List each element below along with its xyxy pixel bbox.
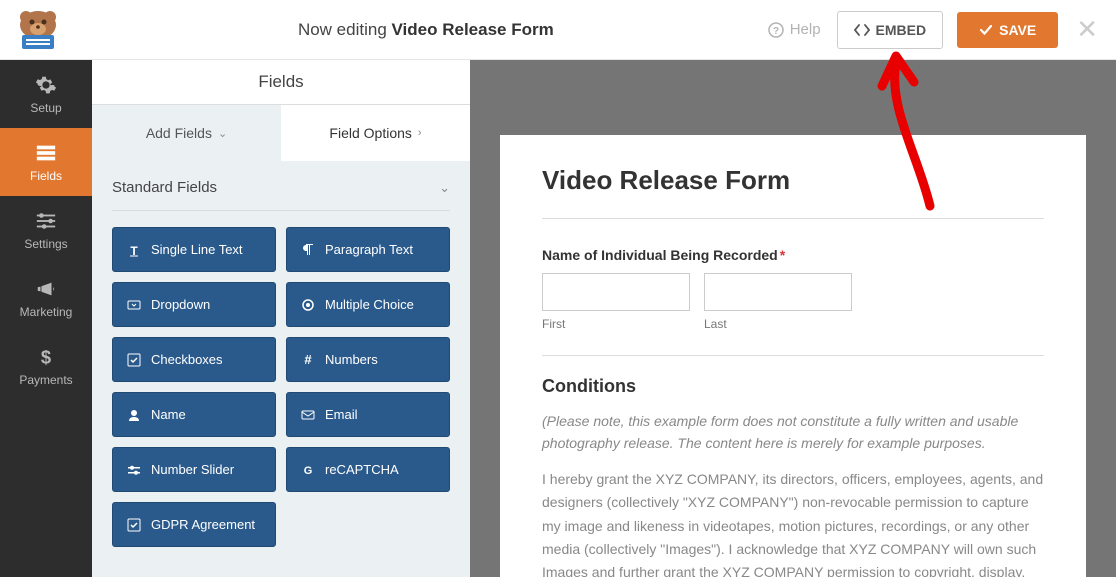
save-label: SAVE bbox=[999, 22, 1036, 38]
sidebar-item-payments[interactable]: $ Payments bbox=[0, 332, 92, 400]
preview-form-title: Video Release Form bbox=[542, 165, 1044, 196]
field-type-checkboxes[interactable]: Checkboxes bbox=[112, 337, 276, 382]
check-icon bbox=[979, 23, 993, 37]
first-sublabel: First bbox=[542, 317, 690, 331]
form-preview-card[interactable]: Video Release Form Name of Individual Be… bbox=[500, 135, 1086, 577]
megaphone-icon bbox=[35, 278, 57, 300]
sidebar-item-marketing[interactable]: Marketing bbox=[0, 264, 92, 332]
chevron-down-icon: ⌄ bbox=[439, 180, 450, 196]
category-header[interactable]: Standard Fields ⌄ bbox=[112, 161, 450, 210]
field-type-email[interactable]: Email bbox=[286, 392, 450, 437]
sidebar-label: Marketing bbox=[20, 305, 73, 319]
sidebar-label: Setup bbox=[30, 101, 61, 115]
last-name-input[interactable] bbox=[704, 273, 852, 311]
fields-panel: Fields Add Fields ⌄ Field Options › Stan… bbox=[92, 60, 470, 577]
field-type-paragraph[interactable]: Paragraph Text bbox=[286, 227, 450, 272]
help-label: Help bbox=[790, 21, 821, 38]
sidebar-label: Fields bbox=[30, 169, 62, 183]
svg-text:$: $ bbox=[41, 346, 51, 367]
embed-label: EMBED bbox=[876, 22, 927, 38]
name-field-label: Name of Individual Being Recorded* bbox=[542, 247, 1044, 263]
gear-icon bbox=[35, 74, 57, 96]
mail-icon bbox=[301, 408, 315, 422]
tab-label: Add Fields bbox=[146, 125, 212, 141]
chevron-down-icon: ⌄ bbox=[218, 127, 227, 140]
hash-icon: # bbox=[301, 353, 315, 367]
svg-text:T: T bbox=[130, 244, 138, 257]
field-type-name[interactable]: Name bbox=[112, 392, 276, 437]
embed-button[interactable]: EMBED bbox=[837, 11, 944, 49]
field-type-numbers[interactable]: # Numbers bbox=[286, 337, 450, 382]
tab-add-fields[interactable]: Add Fields ⌄ bbox=[92, 105, 281, 161]
close-button[interactable]: ✕ bbox=[1076, 14, 1098, 45]
code-icon bbox=[854, 23, 870, 37]
category-label: Standard Fields bbox=[112, 179, 217, 196]
dropdown-icon bbox=[127, 298, 141, 312]
sidebar-item-setup[interactable]: Setup bbox=[0, 60, 92, 128]
last-sublabel: Last bbox=[704, 317, 852, 331]
name-input-row bbox=[542, 273, 1044, 311]
field-type-recaptcha[interactable]: G reCAPTCHA bbox=[286, 447, 450, 492]
text-icon: T bbox=[127, 243, 141, 257]
conditions-title: Conditions bbox=[542, 376, 1044, 397]
top-bar: Now editing Video Release Form ? Help EM… bbox=[0, 0, 1116, 60]
chevron-right-icon: › bbox=[418, 127, 422, 139]
editing-prefix: Now editing bbox=[298, 20, 392, 39]
google-icon: G bbox=[301, 463, 315, 477]
field-type-number-slider[interactable]: Number Slider bbox=[112, 447, 276, 492]
help-icon: ? bbox=[768, 22, 784, 38]
sidebar-item-settings[interactable]: Settings bbox=[0, 196, 92, 264]
sliders-icon bbox=[35, 210, 57, 232]
radio-icon bbox=[301, 298, 315, 312]
dollar-icon: $ bbox=[35, 346, 57, 368]
conditions-note: (Please note, this example form does not… bbox=[542, 411, 1044, 454]
first-name-input[interactable] bbox=[542, 273, 690, 311]
svg-text:G: G bbox=[304, 465, 313, 477]
divider bbox=[542, 218, 1044, 219]
divider bbox=[542, 355, 1044, 356]
required-indicator: * bbox=[780, 247, 785, 263]
sidebar-label: Settings bbox=[24, 237, 67, 251]
field-type-gdpr[interactable]: GDPR Agreement bbox=[112, 502, 276, 547]
svg-text:?: ? bbox=[773, 26, 779, 37]
field-type-multiple-choice[interactable]: Multiple Choice bbox=[286, 282, 450, 327]
divider bbox=[112, 210, 450, 211]
form-preview-area: Video Release Form Name of Individual Be… bbox=[470, 60, 1116, 577]
user-icon bbox=[127, 408, 141, 422]
check-icon bbox=[127, 353, 141, 367]
list-icon bbox=[35, 142, 57, 164]
conditions-body: I hereby grant the XYZ COMPANY, its dire… bbox=[542, 468, 1044, 577]
svg-text:#: # bbox=[304, 353, 312, 367]
sidebar-item-fields[interactable]: Fields bbox=[0, 128, 92, 196]
help-link[interactable]: ? Help bbox=[768, 21, 821, 38]
sidebar-label: Payments bbox=[19, 373, 72, 387]
main-sidebar: Setup Fields Settings Marketing $ Paymen… bbox=[0, 60, 92, 577]
name-sublabels: First Last bbox=[542, 317, 1044, 331]
slider-icon bbox=[127, 463, 141, 477]
field-type-single-line[interactable]: T Single Line Text bbox=[112, 227, 276, 272]
panel-tabs: Add Fields ⌄ Field Options › bbox=[92, 105, 470, 161]
field-grid: T Single Line Text Paragraph Text Dropdo… bbox=[112, 227, 450, 547]
paragraph-icon bbox=[301, 243, 315, 257]
tab-field-options[interactable]: Field Options › bbox=[281, 105, 470, 161]
app-logo bbox=[12, 7, 64, 52]
panel-title: Fields bbox=[92, 60, 470, 105]
check-icon bbox=[127, 518, 141, 532]
form-name: Video Release Form bbox=[392, 20, 554, 39]
tab-label: Field Options bbox=[329, 125, 411, 141]
save-button[interactable]: SAVE bbox=[957, 12, 1058, 48]
editing-title: Now editing Video Release Form bbox=[84, 20, 768, 40]
field-type-dropdown[interactable]: Dropdown bbox=[112, 282, 276, 327]
